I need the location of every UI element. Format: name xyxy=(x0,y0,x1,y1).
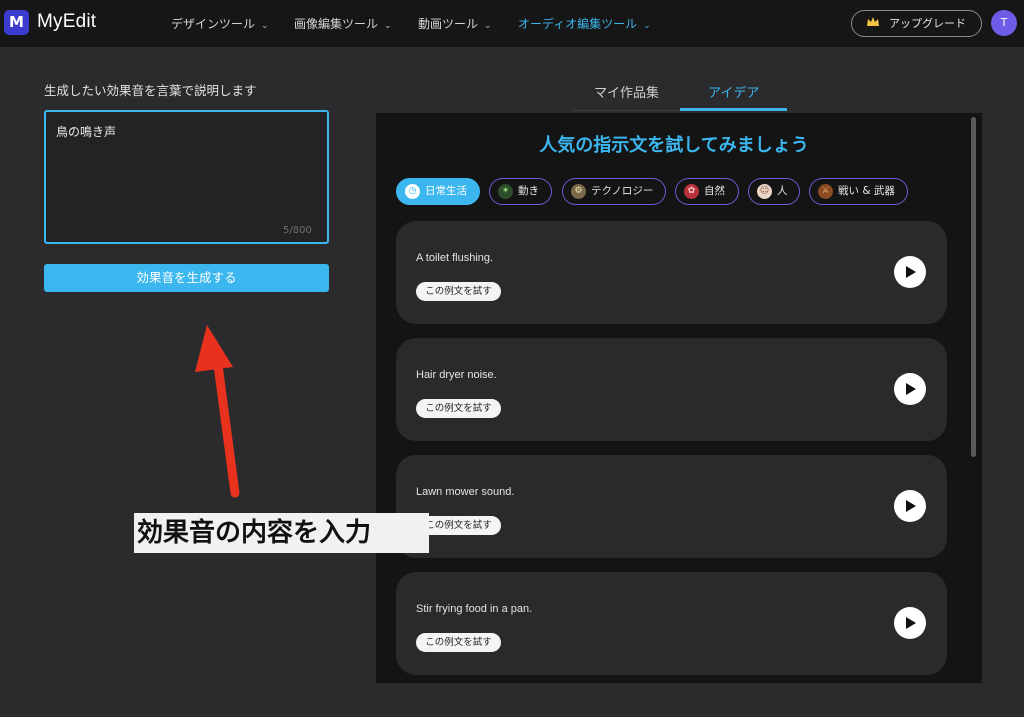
nav-label: 画像編集ツール xyxy=(294,17,379,31)
play-button[interactable] xyxy=(894,490,926,522)
idea-card: Hair dryer noise. この例文を試す xyxy=(396,338,947,441)
try-example-button[interactable]: この例文を試す xyxy=(416,282,501,301)
scrollbar[interactable] xyxy=(971,117,976,457)
crown-icon xyxy=(867,17,879,26)
comet-icon: ✶ xyxy=(498,184,513,199)
idea-text: A toilet flushing. xyxy=(416,252,494,264)
upgrade-label: アップグレード xyxy=(889,17,966,30)
category-motion[interactable]: ✶ 動き xyxy=(489,178,552,205)
nav-design-tools[interactable]: デザインツール ⌄ xyxy=(171,15,269,32)
category-label: 動き xyxy=(518,185,539,197)
try-example-button[interactable]: この例文を試す xyxy=(416,399,501,418)
idea-text: Stir frying food in a pan. xyxy=(416,603,533,615)
category-battle-weapons[interactable]: ⚔ 戦い & 武器 xyxy=(809,178,908,205)
play-button[interactable] xyxy=(894,607,926,639)
category-label: 自然 xyxy=(704,185,725,197)
person-icon: ☺ xyxy=(757,184,772,199)
flower-icon: ✿ xyxy=(684,184,699,199)
nav-label: デザインツール xyxy=(171,17,256,31)
clock-icon: ◷ xyxy=(405,184,420,199)
idea-card: Lawn mower sound. この例文を試す xyxy=(396,455,947,558)
chevron-down-icon: ⌄ xyxy=(261,21,269,31)
brand-name[interactable]: MyEdit xyxy=(37,11,96,33)
idea-card: A toilet flushing. この例文を試す xyxy=(396,221,947,324)
category-label: 戦い & 武器 xyxy=(838,185,895,197)
category-daily-life[interactable]: ◷ 日常生活 xyxy=(396,178,480,205)
logo-letter: M xyxy=(9,13,24,31)
prompt-label: 生成したい効果音を言葉で説明します xyxy=(44,83,257,98)
nav-image-tools[interactable]: 画像編集ツール ⌄ xyxy=(294,15,392,32)
play-button[interactable] xyxy=(894,373,926,405)
annotation-arrow-icon xyxy=(195,325,240,498)
nav-label: 動画ツール xyxy=(418,17,479,31)
category-technology[interactable]: ⚙ テクノロジー xyxy=(562,178,666,205)
play-button[interactable] xyxy=(894,256,926,288)
play-icon xyxy=(906,266,916,278)
category-people[interactable]: ☺ 人 xyxy=(748,178,800,205)
annotation-caption: 効果音の内容を入力 xyxy=(134,513,429,553)
ideas-title: 人気の指示文を試してみましょう xyxy=(539,135,809,156)
avatar[interactable]: T xyxy=(991,10,1017,36)
chip-icon: ⚙ xyxy=(571,184,586,199)
play-icon xyxy=(906,500,916,512)
nav-label: オーディオ編集ツール xyxy=(518,17,638,31)
play-icon xyxy=(906,383,916,395)
chevron-down-icon: ⌄ xyxy=(484,21,492,31)
tab-ideas[interactable]: アイデア xyxy=(708,82,759,101)
character-counter: 5/800 xyxy=(283,225,312,236)
tab-my-works[interactable]: マイ作品集 xyxy=(594,82,659,101)
active-tab-indicator xyxy=(680,108,787,111)
chevron-down-icon: ⌄ xyxy=(384,21,392,31)
nav-audio-tools[interactable]: オーディオ編集ツール ⌄ xyxy=(518,15,651,32)
generate-sound-button[interactable]: 効果音を生成する xyxy=(44,264,329,292)
chevron-down-icon: ⌄ xyxy=(643,21,651,31)
weapons-icon: ⚔ xyxy=(818,184,833,199)
play-icon xyxy=(906,617,916,629)
try-example-button[interactable]: この例文を試す xyxy=(416,633,501,652)
category-label: 日常生活 xyxy=(425,185,467,197)
category-label: 人 xyxy=(777,185,788,197)
idea-card: Stir frying food in a pan. この例文を試す xyxy=(396,572,947,675)
idea-text: Hair dryer noise. xyxy=(416,369,497,381)
idea-text: Lawn mower sound. xyxy=(416,486,515,498)
category-label: テクノロジー xyxy=(591,185,654,197)
nav-video-tools[interactable]: 動画ツール ⌄ xyxy=(418,15,492,32)
category-nature[interactable]: ✿ 自然 xyxy=(675,178,739,205)
sound-description-value[interactable]: 鳥の鳴き声 xyxy=(56,123,116,140)
